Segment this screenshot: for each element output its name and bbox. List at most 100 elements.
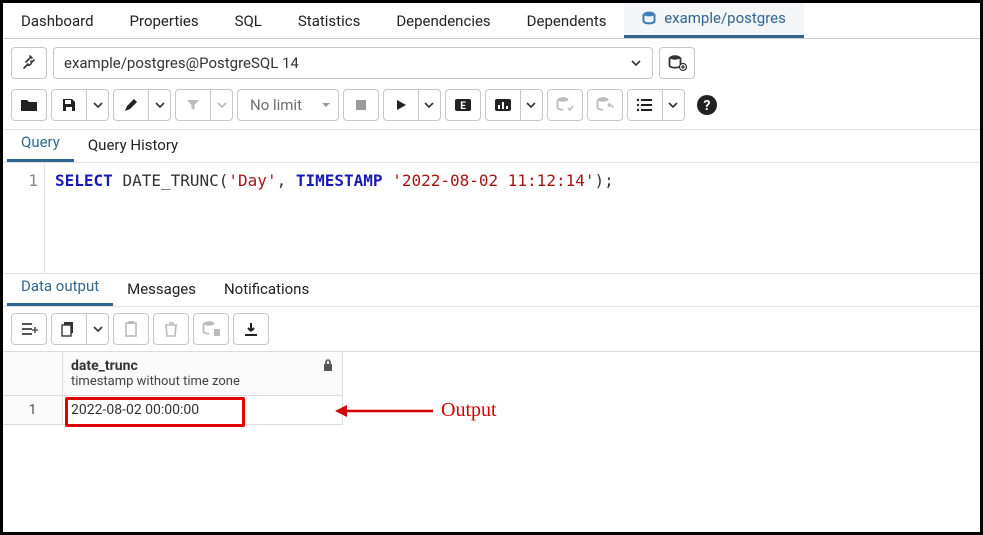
- arrow-left-icon: [333, 401, 433, 421]
- save-button[interactable]: [51, 89, 87, 121]
- paste-button[interactable]: [113, 313, 149, 345]
- copy-button[interactable]: [51, 313, 87, 345]
- copy-dropdown-button[interactable]: [87, 313, 109, 345]
- tab-sql[interactable]: SQL: [217, 4, 280, 38]
- keyword-select: SELECT: [55, 171, 113, 190]
- row-limit-dropdown[interactable]: No limit: [237, 89, 339, 121]
- row-limit-label: No limit: [250, 96, 302, 114]
- tab-query-tool[interactable]: example/postgres: [624, 1, 803, 38]
- explain-analyze-button[interactable]: [485, 89, 521, 121]
- db-undo-icon: [595, 96, 615, 114]
- tab-query-history[interactable]: Query History: [74, 128, 192, 162]
- editor-content[interactable]: SELECT DATE_TRUNC('Day', TIMESTAMP '2022…: [45, 163, 624, 273]
- help-button[interactable]: ?: [689, 89, 725, 121]
- punct: );: [594, 171, 613, 190]
- macros-dropdown-button[interactable]: [663, 89, 685, 121]
- stop-icon: [354, 98, 368, 112]
- plug-icon: [20, 54, 38, 72]
- tab-dashboard[interactable]: Dashboard: [3, 4, 112, 38]
- database-icon: [642, 11, 656, 25]
- folder-icon: [20, 97, 38, 113]
- db-save-icon: [201, 320, 221, 338]
- chevron-down-icon: [424, 100, 434, 110]
- tab-dependencies[interactable]: Dependencies: [378, 4, 508, 38]
- edit-button[interactable]: [113, 89, 149, 121]
- bar-chart-icon: [494, 97, 512, 113]
- tab-properties[interactable]: Properties: [112, 4, 217, 38]
- connection-status-button[interactable]: [11, 47, 47, 79]
- macros-button[interactable]: [627, 89, 663, 121]
- db-check-icon: [555, 96, 575, 114]
- save-dropdown-button[interactable]: [87, 89, 109, 121]
- play-icon: [394, 98, 408, 112]
- rows-plus-icon: [20, 321, 38, 337]
- result-area: date_trunc timestamp without time zone 1…: [3, 351, 980, 425]
- rollback-button[interactable]: [587, 89, 623, 121]
- connection-label: example/postgres@PostgreSQL 14: [64, 54, 299, 72]
- chevron-down-icon: [155, 100, 165, 110]
- tab-notifications[interactable]: Notifications: [210, 272, 323, 306]
- chevron-down-icon: [217, 100, 227, 110]
- top-tabs: Dashboard Properties SQL Statistics Depe…: [3, 3, 980, 39]
- add-row-button[interactable]: [11, 313, 47, 345]
- line-number: 1: [3, 171, 38, 190]
- chevron-down-icon: [93, 324, 103, 334]
- commit-button[interactable]: [547, 89, 583, 121]
- punct: ,: [277, 171, 296, 190]
- tab-statistics[interactable]: Statistics: [280, 4, 378, 38]
- keyword-timestamp: TIMESTAMP: [296, 171, 383, 190]
- annotation-label: Output: [441, 399, 497, 422]
- clipboard-icon: [123, 320, 139, 338]
- open-file-button[interactable]: [11, 89, 47, 121]
- database-plus-icon: [667, 54, 687, 72]
- column-name: date_trunc: [71, 358, 240, 374]
- tab-query-tool-label: example/postgres: [664, 9, 786, 27]
- copy-icon: [61, 321, 77, 337]
- query-subtabs: Query Query History: [3, 129, 980, 163]
- svg-text:E: E: [460, 101, 466, 112]
- editor-gutter: 1: [3, 163, 45, 273]
- connection-bar: example/postgres@PostgreSQL 14: [3, 39, 980, 85]
- result-tabs: Data output Messages Notifications: [3, 273, 980, 307]
- save-data-button[interactable]: [193, 313, 229, 345]
- save-icon: [61, 97, 77, 113]
- execute-button[interactable]: [383, 89, 419, 121]
- column-header[interactable]: date_trunc timestamp without time zone: [63, 352, 343, 396]
- tab-messages[interactable]: Messages: [113, 272, 210, 306]
- row-number[interactable]: 1: [3, 396, 63, 425]
- download-icon: [243, 321, 259, 337]
- pencil-icon: [123, 97, 139, 113]
- download-button[interactable]: [233, 313, 269, 345]
- edit-dropdown-button[interactable]: [149, 89, 171, 121]
- cell-value[interactable]: 2022-08-02 00:00:00: [63, 396, 343, 425]
- lock-icon: [322, 358, 334, 372]
- filter-button[interactable]: [175, 89, 211, 121]
- function-name: DATE_TRUNC: [122, 171, 218, 190]
- tab-dependents[interactable]: Dependents: [509, 4, 625, 38]
- help-icon: ?: [696, 94, 718, 116]
- punct: [383, 171, 393, 190]
- delete-row-button[interactable]: [153, 313, 189, 345]
- chevron-down-icon: [526, 100, 536, 110]
- new-connection-button[interactable]: [659, 47, 695, 79]
- tab-query[interactable]: Query: [7, 125, 74, 162]
- stop-button[interactable]: [343, 89, 379, 121]
- execute-dropdown-button[interactable]: [419, 89, 441, 121]
- column-type: timestamp without time zone: [71, 374, 240, 389]
- list-icon: [636, 97, 654, 113]
- sql-editor[interactable]: 1 SELECT DATE_TRUNC('Day', TIMESTAMP '20…: [3, 163, 980, 273]
- tab-data-output[interactable]: Data output: [7, 269, 113, 306]
- string-literal: 'Day': [228, 171, 276, 190]
- corner-header[interactable]: [3, 352, 63, 396]
- punct: (: [219, 171, 229, 190]
- explain-dropdown-button[interactable]: [521, 89, 543, 121]
- chevron-down-icon: [93, 100, 103, 110]
- filter-dropdown-button[interactable]: [211, 89, 233, 121]
- explain-button[interactable]: E: [445, 89, 481, 121]
- string-literal: '2022-08-02 11:12:14': [392, 171, 594, 190]
- connection-dropdown[interactable]: example/postgres@PostgreSQL 14: [53, 47, 653, 79]
- chevron-down-icon: [668, 100, 678, 110]
- annotation-output: Output: [333, 399, 497, 422]
- result-toolbar: [3, 307, 980, 351]
- caret-down-icon: [320, 99, 332, 111]
